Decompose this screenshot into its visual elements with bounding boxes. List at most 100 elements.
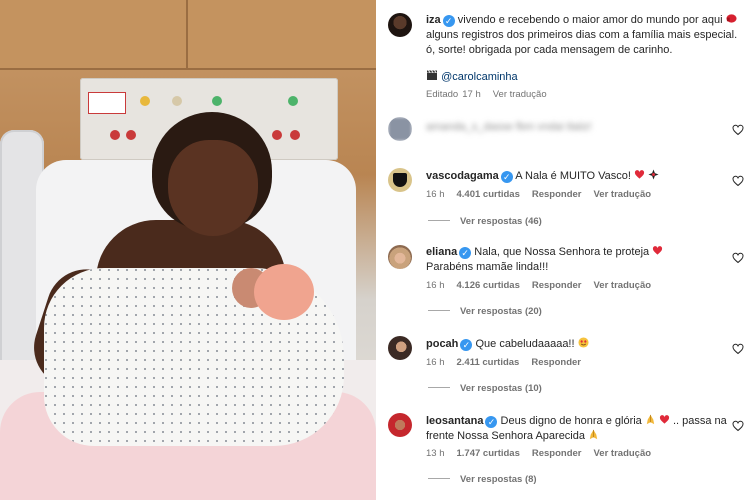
comments-panel: iza ✓ vivendo e recebendo o maior amor do… bbox=[376, 0, 750, 500]
replies-divider bbox=[428, 478, 450, 479]
heart-eyes-emoji-icon bbox=[578, 337, 589, 348]
avatar-leosantana[interactable] bbox=[388, 413, 412, 437]
red-heart-icon bbox=[659, 415, 670, 424]
heart-outline-icon[interactable] bbox=[732, 124, 744, 136]
red-heart-icon bbox=[634, 170, 645, 179]
verified-badge-icon: ✓ bbox=[485, 416, 498, 428]
heart-outline-icon[interactable] bbox=[732, 420, 744, 432]
replies-divider bbox=[428, 220, 450, 221]
cabinet-seam bbox=[186, 0, 188, 68]
post-translate-button[interactable]: Ver tradução bbox=[493, 89, 547, 100]
panel-outlet bbox=[290, 130, 300, 140]
avatar-blurred-user[interactable] bbox=[388, 117, 412, 141]
view-replies-button[interactable]: Ver respostas (10) bbox=[428, 383, 542, 395]
comment-meta: 16 h 2.411 curtidas Responder bbox=[426, 357, 593, 369]
comment-likes[interactable]: 4.401 curtidas bbox=[457, 189, 520, 200]
panel-outlet bbox=[126, 130, 136, 140]
comment-body: Deus digno de honra e glória bbox=[500, 415, 642, 427]
comment-time: 13 h bbox=[426, 448, 445, 459]
verified-badge-icon: ✓ bbox=[459, 247, 472, 259]
reply-button[interactable]: Responder bbox=[532, 189, 582, 200]
caption-line-2: alguns registros dos primeiros dias com … bbox=[426, 29, 738, 41]
reply-button[interactable]: Responder bbox=[531, 357, 581, 368]
view-replies-button[interactable]: Ver respostas (46) bbox=[428, 216, 542, 228]
comment-body-line-2-text: frente Nossa Senhora Aparecida bbox=[426, 430, 585, 442]
comment-text: eliana ✓ Nala, que Nossa Senhora te prote… bbox=[426, 245, 663, 260]
verified-badge-icon: ✓ bbox=[460, 339, 473, 351]
comment-meta: 16 h 4.401 curtidas Responder Ver tradução bbox=[426, 189, 663, 201]
caption-line-3: ó, sorte! obrigada por cada mensagem de … bbox=[426, 44, 673, 56]
panel-knob bbox=[288, 96, 298, 106]
avatar-eliana[interactable] bbox=[388, 245, 412, 269]
mother-face bbox=[168, 140, 258, 236]
wall-cabinet bbox=[0, 0, 376, 70]
panel-outlet bbox=[272, 130, 282, 140]
view-replies-button[interactable]: Ver respostas (20) bbox=[428, 306, 542, 318]
comment-body: Que cabeludaaaaa!! bbox=[475, 338, 575, 350]
panel-sign bbox=[88, 92, 126, 114]
post-time: 17 h bbox=[462, 89, 481, 100]
comment-text: leosantana ✓ Deus digno de honra e glória… bbox=[426, 414, 727, 429]
comment-text: pocah ✓ Que cabeludaaaaa!! bbox=[426, 337, 589, 352]
replies-divider bbox=[428, 310, 450, 311]
praying-hands-icon bbox=[646, 414, 655, 425]
view-replies-label: Ver respostas (46) bbox=[460, 216, 542, 227]
praying-hands-icon bbox=[589, 429, 598, 440]
translate-button[interactable]: Ver tradução bbox=[594, 280, 652, 291]
comment-time: 16 h bbox=[426, 189, 445, 200]
heart-outline-icon[interactable] bbox=[732, 175, 744, 187]
clapperboard-icon bbox=[427, 70, 437, 80]
post-meta: Editado 17 h Ver tradução bbox=[426, 89, 559, 101]
comment-username[interactable]: pocah bbox=[426, 338, 458, 350]
translate-button[interactable]: Ver tradução bbox=[594, 189, 652, 200]
comment-time: 16 h bbox=[426, 280, 445, 291]
caption-text: vivendo e recebendo o maior amor do mund… bbox=[457, 14, 723, 26]
post-photo[interactable] bbox=[0, 0, 376, 500]
credit-link[interactable]: @carolcaminha bbox=[441, 71, 518, 83]
comment-meta: 16 h 4.126 curtidas Responder Ver tradução bbox=[426, 280, 663, 292]
comment-likes[interactable]: 1.747 curtidas bbox=[457, 448, 520, 459]
view-replies-button[interactable]: Ver respostas (8) bbox=[428, 474, 537, 486]
comment-time: 16 h bbox=[426, 357, 445, 368]
edited-label: Editado bbox=[426, 89, 459, 100]
view-replies-label: Ver respostas (8) bbox=[460, 474, 537, 485]
caption-line-1: iza ✓ vivendo e recebendo o maior amor do… bbox=[426, 13, 737, 28]
reply-button[interactable]: Responder bbox=[532, 448, 582, 459]
boxing-glove-icon bbox=[726, 14, 737, 23]
comment-username[interactable]: leosantana bbox=[426, 415, 483, 427]
panel-outlet bbox=[110, 130, 120, 140]
heart-outline-icon[interactable] bbox=[732, 252, 744, 264]
heart-outline-icon[interactable] bbox=[732, 343, 744, 355]
verified-badge-icon: ✓ bbox=[442, 15, 455, 27]
comment-body-tail: .. passa na bbox=[672, 415, 727, 427]
panel-knob bbox=[140, 96, 150, 106]
translate-button[interactable]: Ver tradução bbox=[594, 448, 652, 459]
baby-hat bbox=[254, 264, 314, 320]
replies-divider bbox=[428, 387, 450, 388]
comment-body-line-2: Parabéns mamãe linda!!! bbox=[426, 261, 549, 273]
comment-likes[interactable]: 2.411 curtidas bbox=[457, 357, 520, 368]
comment-username[interactable]: eliana bbox=[426, 246, 457, 258]
cross-mark-icon bbox=[648, 169, 659, 180]
comment-body-line-2: frente Nossa Senhora Aparecida bbox=[426, 429, 599, 444]
avatar-pocah[interactable] bbox=[388, 336, 412, 360]
comment-body: Nala, que Nossa Senhora te proteja bbox=[474, 246, 650, 258]
comment-text: vascodagama ✓ A Nala é MUITO Vasco! bbox=[426, 169, 659, 184]
red-heart-icon bbox=[653, 246, 663, 255]
blurred-comment: amanda_s_dasse fbm vndai tlaiiz! bbox=[426, 121, 592, 133]
verified-badge-icon: ✓ bbox=[500, 171, 513, 183]
view-replies-label: Ver respostas (20) bbox=[460, 306, 542, 317]
panel-knob bbox=[212, 96, 222, 106]
avatar-iza[interactable] bbox=[388, 13, 412, 37]
avatar-vascodagama[interactable] bbox=[388, 168, 412, 192]
reply-button[interactable]: Responder bbox=[532, 280, 582, 291]
post-author[interactable]: iza bbox=[426, 14, 441, 26]
comment-likes[interactable]: 4.126 curtidas bbox=[457, 280, 520, 291]
view-replies-label: Ver respostas (10) bbox=[460, 383, 542, 394]
panel-knob bbox=[172, 96, 182, 106]
comment-username[interactable]: vascodagama bbox=[426, 170, 499, 182]
comment-meta: 13 h 1.747 curtidas Responder Ver tradução bbox=[426, 448, 663, 460]
comment-body: A Nala é MUITO Vasco! bbox=[515, 170, 631, 182]
cabinet-edge bbox=[0, 68, 376, 70]
photo-credit: @carolcaminha bbox=[426, 69, 518, 85]
